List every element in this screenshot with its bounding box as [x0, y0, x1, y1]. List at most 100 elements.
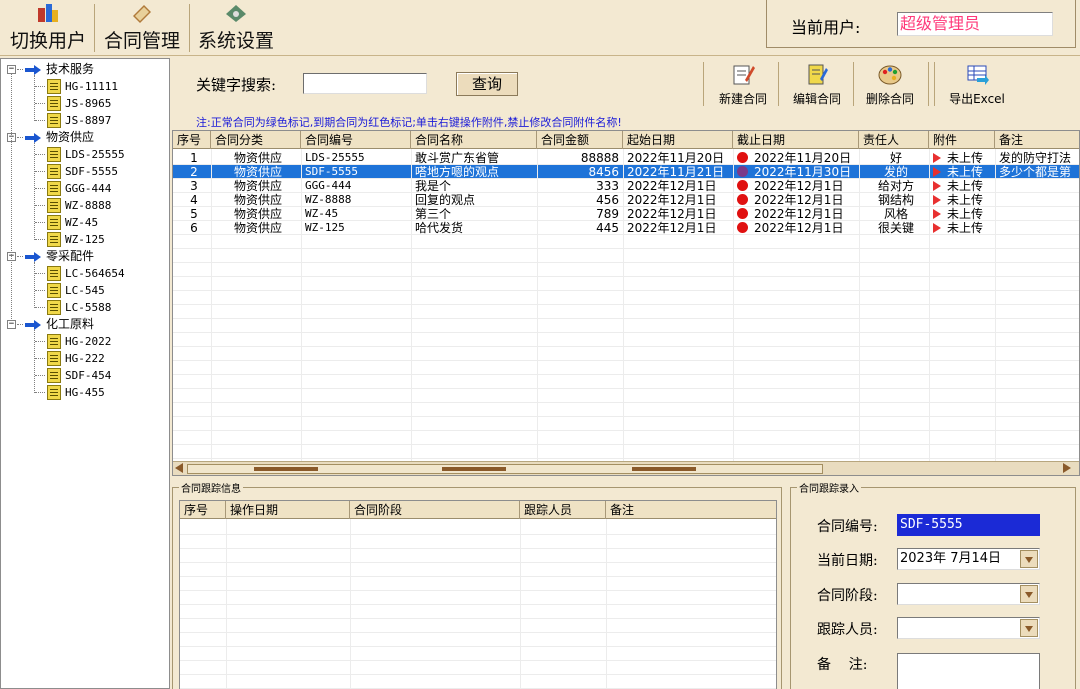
cell-end-text: 2022年12月1日: [754, 193, 844, 207]
tree-item[interactable]: JS-8965: [1, 95, 169, 112]
tree-item[interactable]: LC-5588: [1, 299, 169, 316]
table-row[interactable]: 4 物资供应 WZ-8888 回复的观点 456 2022年12月1日 2022年12月1日…: [173, 193, 1079, 207]
column-header[interactable]: 合同名称: [411, 131, 537, 149]
entry-date-picker[interactable]: 2023年 7月14日: [897, 548, 1040, 570]
tree-category[interactable]: − 技术服务: [1, 61, 169, 78]
horizontal-scrollbar[interactable]: [173, 461, 1079, 475]
expired-marker-icon: [737, 194, 748, 205]
tree-item[interactable]: HG-455: [1, 384, 169, 401]
grid-line: [350, 519, 351, 689]
table-row[interactable]: 6 物资供应 WZ-125 哈代发货 445 2022年12月1日 2022年12月1日 很关…: [173, 221, 1079, 235]
document-icon: [47, 300, 61, 315]
column-header[interactable]: 合同阶段: [350, 501, 520, 519]
table-row[interactable]: 3 物资供应 GGG-444 我是个 333 2022年12月1日 2022年12月1日 给对…: [173, 179, 1079, 193]
chevron-down-icon[interactable]: [1020, 619, 1038, 637]
tree-item[interactable]: WZ-125: [1, 231, 169, 248]
grid-line: [173, 220, 1079, 221]
search-input[interactable]: [303, 73, 427, 94]
grid-line: [173, 290, 1079, 291]
contract-tree[interactable]: − 技术服务 HG-11111 JS-8965 JS-8897 − 物资供应 LDS-2555…: [0, 58, 170, 689]
tree-item-label: JS-8897: [65, 114, 112, 127]
grid-line: [180, 660, 776, 661]
contracts-grid[interactable]: 序号 合同分类 合同编号 合同名称 合同金额 起始日期 截止日期 责任人 附件 备注 1 物资供应 L…: [172, 130, 1080, 476]
tree-item[interactable]: LC-564654: [1, 265, 169, 282]
tree-connector: [34, 262, 35, 308]
export-excel-button[interactable]: 导出Excel: [940, 60, 1014, 110]
chevron-down-icon[interactable]: [1020, 550, 1038, 568]
column-header[interactable]: 起始日期: [623, 131, 733, 149]
entry-remark-textarea[interactable]: [897, 653, 1040, 689]
chevron-down-icon[interactable]: [1020, 585, 1038, 603]
scroll-grip: [442, 467, 506, 471]
column-header[interactable]: 合同编号: [301, 131, 411, 149]
document-icon: [47, 334, 61, 349]
export-excel-icon: [967, 65, 989, 85]
tree-item[interactable]: GGG-444: [1, 180, 169, 197]
cell-remark: 发的防守打法: [999, 151, 1072, 165]
scroll-left-icon[interactable]: [175, 463, 183, 473]
new-contract-button[interactable]: 新建合同: [710, 60, 776, 110]
arrow-right-icon: [25, 65, 41, 75]
cell-code: WZ-45: [305, 207, 339, 220]
cell-end-text: 2022年12月1日: [754, 221, 844, 235]
column-header[interactable]: 跟踪人员: [520, 501, 606, 519]
column-header[interactable]: 责任人: [859, 131, 929, 149]
cell-no: 2: [190, 165, 198, 179]
column-header[interactable]: 合同分类: [211, 131, 301, 149]
grid-line: [173, 374, 1079, 375]
entry-stage-select[interactable]: [897, 583, 1040, 605]
document-icon: [47, 164, 61, 179]
column-header[interactable]: 序号: [180, 501, 226, 519]
menu-system-settings[interactable]: 系统设置: [192, 0, 280, 54]
tree-item[interactable]: LDS-25555: [1, 146, 169, 163]
edit-contract-button[interactable]: 编辑合同: [784, 60, 850, 110]
column-header[interactable]: 备注: [995, 131, 1079, 149]
table-row[interactable]: 1 物资供应 LDS-25555 敢斗赏广东省管 88888 2022年11月20日 202…: [173, 151, 1079, 165]
tree-category[interactable]: − 化工原料: [1, 316, 169, 333]
tree-category[interactable]: − 物资供应: [1, 129, 169, 146]
document-icon: [47, 368, 61, 383]
tree-item[interactable]: HG-2022: [1, 333, 169, 350]
tree-item[interactable]: HG-11111: [1, 78, 169, 95]
tree-connector: [11, 73, 12, 321]
column-header[interactable]: 备注: [606, 501, 776, 519]
delete-contract-button[interactable]: 删除合同: [858, 60, 922, 110]
cell-no: 3: [190, 179, 198, 193]
scroll-right-icon[interactable]: [1063, 463, 1071, 473]
tree-connector: [35, 222, 45, 223]
grid-line: [180, 562, 776, 563]
tree-connector: [35, 154, 45, 155]
tree-item[interactable]: WZ-45: [1, 214, 169, 231]
tree-item[interactable]: WZ-8888: [1, 197, 169, 214]
scroll-thumb[interactable]: [187, 464, 823, 474]
menu-contract-manage[interactable]: 合同管理: [98, 0, 186, 54]
entry-code-field[interactable]: SDF-5555: [897, 514, 1040, 536]
grid-line: [180, 576, 776, 577]
menu-switch-user[interactable]: 切换用户: [4, 0, 92, 54]
attachment-flag-icon: [933, 153, 941, 163]
entry-person-select[interactable]: [897, 617, 1040, 639]
cell-attachment: 未上传: [929, 151, 995, 165]
new-contract-icon: [733, 65, 755, 85]
table-row[interactable]: 2 物资供应 SDF-5555 嗒地方嗯的观点 8456 2022年11月21日 2022年…: [173, 165, 1079, 179]
tree-category[interactable]: − 零采配件: [1, 248, 169, 265]
column-header[interactable]: 合同金额: [537, 131, 623, 149]
column-header[interactable]: 操作日期: [226, 501, 350, 519]
table-row[interactable]: 5 物资供应 WZ-45 第三个 789 2022年12月1日 2022年12月1日 风格 未上…: [173, 207, 1079, 221]
cell-owner: 风格: [883, 207, 908, 221]
current-user-field: 超级管理员: [897, 12, 1053, 36]
tree-item-label: HG-11111: [65, 80, 118, 93]
tree-item[interactable]: SDF-454: [1, 367, 169, 384]
tree-collapse-icon[interactable]: −: [7, 320, 16, 329]
entry-stage-label: 合同阶段:: [817, 588, 878, 604]
column-header[interactable]: 附件: [929, 131, 995, 149]
tracking-grid[interactable]: 序号 操作日期 合同阶段 跟踪人员 备注: [179, 500, 777, 689]
column-header[interactable]: 截止日期: [733, 131, 859, 149]
search-button[interactable]: 查询: [456, 72, 518, 96]
tree-item[interactable]: LC-545: [1, 282, 169, 299]
tree-item[interactable]: JS-8897: [1, 112, 169, 129]
entry-person-label: 跟踪人员:: [817, 622, 878, 638]
tree-item[interactable]: HG-222: [1, 350, 169, 367]
column-header[interactable]: 序号: [173, 131, 211, 149]
tree-item[interactable]: SDF-5555: [1, 163, 169, 180]
